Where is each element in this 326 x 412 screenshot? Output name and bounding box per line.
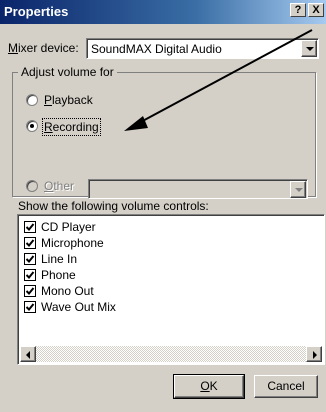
recording-radio[interactable] — [26, 120, 38, 132]
list-item-label: Wave Out Mix — [41, 300, 116, 314]
close-button[interactable]: X — [308, 3, 324, 17]
mixer-device-value: SoundMAX Digital Audio — [91, 42, 222, 56]
volume-controls-label: Show the following volume controls: — [18, 199, 209, 213]
chevron-right-icon — [313, 351, 317, 359]
chevron-down-icon — [295, 188, 303, 192]
title-bar: Properties ? X — [0, 0, 326, 24]
checkmark-icon — [25, 287, 35, 295]
list-item-label: Line In — [41, 252, 78, 266]
checkmark-icon — [25, 239, 35, 247]
other-device-select — [88, 179, 308, 199]
checkbox[interactable] — [24, 269, 36, 281]
chevron-down-icon — [306, 47, 314, 51]
checkbox[interactable] — [24, 301, 36, 313]
other-label: Other — [44, 179, 75, 193]
ok-button[interactable]: OK — [173, 374, 245, 399]
cancel-button[interactable]: Cancel — [254, 375, 318, 398]
mixer-device-select[interactable]: SoundMAX Digital Audio — [86, 38, 319, 59]
scroll-left-button[interactable] — [20, 346, 36, 362]
list-item-label: Microphone — [41, 236, 104, 250]
horizontal-scrollbar[interactable] — [20, 346, 322, 362]
volume-controls-list[interactable]: CD Player Microphone Line In Phone Mono Out W… — [17, 214, 325, 365]
checkbox[interactable] — [24, 221, 36, 233]
list-item-label: CD Player — [41, 220, 96, 234]
checkmark-icon — [25, 255, 35, 263]
other-dropdown-button — [290, 181, 306, 198]
mixer-device-label: Mixer device: — [8, 41, 79, 55]
checkmark-icon — [25, 303, 35, 311]
window-title: Properties — [4, 4, 69, 19]
mixer-device-label-text: ixer device: — [18, 41, 79, 55]
adjust-volume-group-title: Adjust volume for — [18, 65, 117, 79]
mixer-dropdown-button[interactable] — [301, 40, 317, 57]
playback-label[interactable]: Playback — [44, 93, 93, 107]
list-item-label: Mono Out — [41, 284, 94, 298]
checkmark-icon — [25, 223, 35, 231]
list-item-label: Phone — [41, 268, 76, 282]
checkbox[interactable] — [24, 253, 36, 265]
checkmark-icon — [25, 271, 35, 279]
checkbox[interactable] — [24, 237, 36, 249]
scroll-right-button[interactable] — [306, 346, 322, 362]
radio-selected-dot — [30, 124, 34, 128]
playback-radio[interactable] — [26, 94, 38, 106]
help-button[interactable]: ? — [290, 3, 306, 17]
recording-label[interactable]: Recording — [42, 118, 101, 136]
other-radio — [26, 180, 38, 192]
checkbox[interactable] — [24, 285, 36, 297]
chevron-left-icon — [26, 351, 30, 359]
